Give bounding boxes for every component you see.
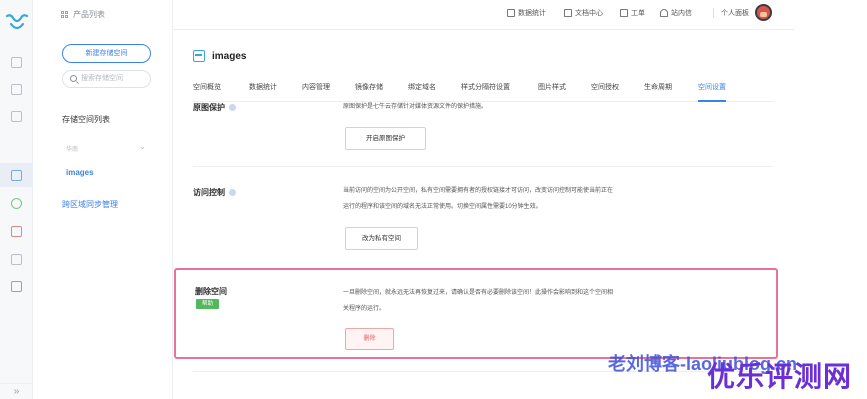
bell-icon: [660, 9, 668, 17]
region-group-label[interactable]: 华南: [66, 144, 78, 153]
tab-mirror[interactable]: 镜像存储: [355, 82, 383, 102]
bucket-list-title: 存储空间列表: [62, 115, 110, 124]
topnav-docs-label: 文档中心: [575, 10, 603, 17]
delete-space-title: 删除空间: [195, 287, 227, 296]
personal-dashboard-label: 个人面板: [721, 10, 749, 17]
cross-region-sync-link[interactable]: 跨区域同步管理: [62, 199, 118, 210]
help-badge[interactable]: 帮助: [196, 299, 219, 309]
rail-dora-icon[interactable]: [11, 226, 22, 237]
access-control-label: 访问控制: [193, 187, 236, 198]
delete-space-desc-2: 关程序的运行。: [343, 306, 386, 312]
rail-finance-icon[interactable]: [11, 281, 22, 292]
tab-content[interactable]: 内容管理: [302, 82, 330, 102]
document-icon: [564, 9, 572, 17]
bucket-name: images: [212, 50, 247, 62]
help-icon[interactable]: [229, 104, 236, 111]
topnav-stats-label: 数据统计: [518, 10, 546, 17]
make-private-button[interactable]: 改为私有空间: [345, 227, 418, 250]
expand-rail-icon[interactable]: »: [0, 383, 33, 399]
tab-stats[interactable]: 数据统计: [249, 82, 277, 102]
personal-dashboard-link[interactable]: 个人面板: [713, 8, 749, 18]
chart-icon: [507, 9, 515, 17]
sidebar-item-images[interactable]: images: [66, 168, 94, 177]
divider: [193, 166, 773, 167]
tab-lifecycle[interactable]: 生命周期: [644, 82, 672, 102]
origin-protect-label: 原图保护: [193, 102, 236, 113]
tab-image-style[interactable]: 图片样式: [538, 82, 566, 102]
sidebar: 产品列表 新建存储空间 搜索存储空间 存储空间列表 华南 ⌄ images 跨区…: [33, 0, 173, 399]
ticket-icon: [620, 9, 628, 17]
delete-space-desc-1: 一旦删除空间，就永远无法再恢复过来，请确认是否有必要删除该空间！此操作会影响到和…: [343, 290, 614, 296]
qiniu-logo-icon[interactable]: [5, 12, 29, 34]
new-bucket-button[interactable]: 新建存储空间: [62, 44, 151, 63]
bucket-icon: [193, 50, 205, 62]
tab-auth[interactable]: 空间授权: [591, 82, 619, 102]
rail-storage-icon[interactable]: [11, 57, 22, 68]
rail-pili-icon[interactable]: [11, 198, 22, 209]
avatar[interactable]: [755, 4, 772, 21]
delete-button[interactable]: 删除: [345, 328, 394, 350]
rail-kodo-icon[interactable]: [11, 170, 22, 181]
topbar-divider: [713, 8, 714, 18]
access-control-desc-2: 运行的程序和该空间的域名无法正常使用。切换空间属性需要10分钟生效。: [343, 204, 542, 210]
delete-section-highlight: [174, 268, 778, 359]
tab-settings[interactable]: 空间设置: [698, 82, 726, 102]
tab-overview[interactable]: 空间概览: [193, 82, 221, 102]
tab-separator[interactable]: 样式分隔符设置: [461, 82, 510, 102]
product-list-link[interactable]: 产品列表: [61, 9, 105, 20]
topnav-ticket[interactable]: 工单: [620, 8, 645, 18]
topnav-messages-label: 站内信: [671, 10, 692, 17]
top-bar: 数据统计 文档中心 工单 站内信 个人面板: [173, 0, 795, 30]
search-input[interactable]: 搜索存储空间: [62, 70, 151, 88]
product-list-label: 产品列表: [73, 10, 105, 19]
enable-origin-protect-button[interactable]: 开启原图保护: [345, 127, 426, 150]
topnav-messages[interactable]: 站内信: [660, 8, 692, 18]
tab-bar: 空间概览 数据统计 内容管理 镜像存储 绑定域名 样式分隔符设置 图片样式 空间…: [193, 82, 773, 102]
origin-protect-title: 原图保护: [193, 103, 225, 112]
topnav-stats[interactable]: 数据统计: [507, 8, 546, 18]
search-placeholder: 搜索存储空间: [81, 75, 123, 82]
topnav-docs[interactable]: 文档中心: [564, 8, 603, 18]
site-watermark: 优乐评测网: [707, 361, 853, 392]
grid-icon: [61, 10, 69, 19]
tab-domain[interactable]: 绑定域名: [408, 82, 436, 102]
access-control-desc-1: 当前访问的空间为公开空间，私有空间需要拥有者的授权链接才可访问，改变访问控制可能…: [343, 188, 614, 194]
rail-doc-icon[interactable]: [11, 254, 22, 265]
help-icon[interactable]: [229, 189, 236, 196]
search-icon: [70, 75, 77, 82]
chevron-down-icon[interactable]: ⌄: [139, 142, 146, 151]
topnav-ticket-label: 工单: [631, 10, 645, 17]
rail-media-icon[interactable]: [11, 111, 22, 122]
page-title: images: [193, 50, 246, 62]
origin-protect-desc: 原图保护是七牛云存储针对媒体资源文件的保护措施。: [343, 104, 488, 110]
access-control-title: 访问控制: [193, 188, 225, 197]
icon-rail: »: [0, 0, 33, 399]
rail-cdn-icon[interactable]: [11, 84, 22, 95]
